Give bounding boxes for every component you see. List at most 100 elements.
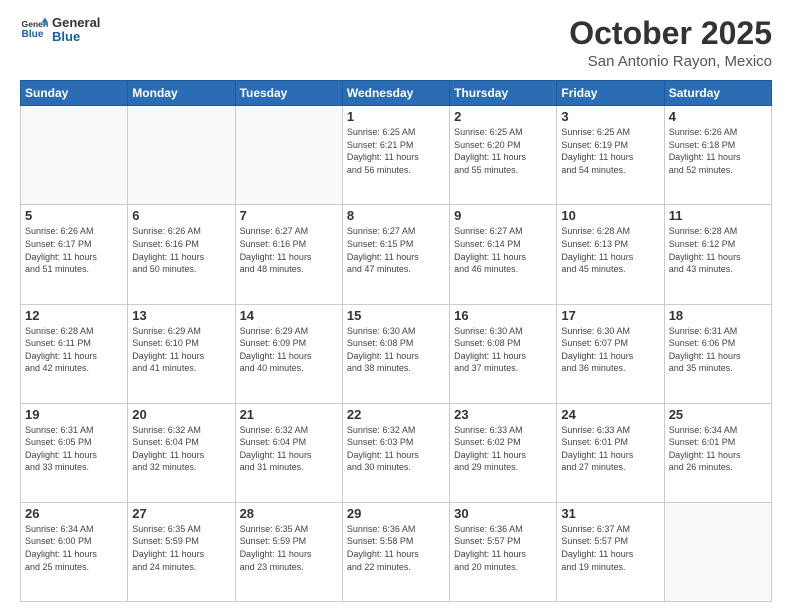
calendar-cell: 24 Sunrise: 6:33 AM Sunset: 6:01 PM Dayli… — [557, 403, 664, 502]
day-number: 17 — [561, 308, 659, 323]
calendar-cell — [664, 502, 771, 601]
day-info: Sunrise: 6:27 AM Sunset: 6:15 PM Dayligh… — [347, 225, 445, 275]
day-header-wednesday: Wednesday — [342, 81, 449, 106]
calendar-cell: 19 Sunrise: 6:31 AM Sunset: 6:05 PM Dayli… — [21, 403, 128, 502]
day-number: 19 — [25, 407, 123, 422]
day-info: Sunrise: 6:32 AM Sunset: 6:03 PM Dayligh… — [347, 424, 445, 474]
calendar-cell: 5 Sunrise: 6:26 AM Sunset: 6:17 PM Daylig… — [21, 205, 128, 304]
day-info: Sunrise: 6:35 AM Sunset: 5:59 PM Dayligh… — [240, 523, 338, 573]
day-number: 30 — [454, 506, 552, 521]
day-info: Sunrise: 6:34 AM Sunset: 6:01 PM Dayligh… — [669, 424, 767, 474]
day-info: Sunrise: 6:26 AM Sunset: 6:17 PM Dayligh… — [25, 225, 123, 275]
day-info: Sunrise: 6:35 AM Sunset: 5:59 PM Dayligh… — [132, 523, 230, 573]
month-title: October 2025 — [569, 16, 772, 51]
day-info: Sunrise: 6:30 AM Sunset: 6:08 PM Dayligh… — [347, 325, 445, 375]
calendar-cell: 27Sunrise: 6:35 AM Sunset: 5:59 PM Dayli… — [128, 502, 235, 601]
day-header-tuesday: Tuesday — [235, 81, 342, 106]
day-number: 24 — [561, 407, 659, 422]
day-number: 4 — [669, 109, 767, 124]
day-number: 1 — [347, 109, 445, 124]
logo-general: General — [52, 16, 100, 30]
calendar-cell: 7Sunrise: 6:27 AM Sunset: 6:16 PM Daylig… — [235, 205, 342, 304]
calendar-cell: 12Sunrise: 6:28 AM Sunset: 6:11 PM Dayli… — [21, 304, 128, 403]
day-number: 2 — [454, 109, 552, 124]
week-row-4: 26 Sunrise: 6:34 AM Sunset: 6:00 PM Dayli… — [21, 502, 772, 601]
day-number: 20 — [132, 407, 230, 422]
calendar-cell: 3Sunrise: 6:25 AM Sunset: 6:19 PM Daylig… — [557, 106, 664, 205]
day-info: Sunrise: 6:32 AM Sunset: 6:04 PM Dayligh… — [132, 424, 230, 474]
day-number: 14 — [240, 308, 338, 323]
day-number: 26 — [25, 506, 123, 521]
calendar-cell: 17Sunrise: 6:30 AM Sunset: 6:07 PM Dayli… — [557, 304, 664, 403]
day-info: Sunrise: 6:26 AM Sunset: 6:16 PM Dayligh… — [132, 225, 230, 275]
page: General Blue General Blue October 2025 S… — [0, 0, 792, 612]
day-info: Sunrise: 6:28 AM Sunset: 6:12 PM Dayligh… — [669, 225, 767, 275]
day-info: Sunrise: 6:28 AM Sunset: 6:13 PM Dayligh… — [561, 225, 659, 275]
day-number: 28 — [240, 506, 338, 521]
calendar-cell: 29 Sunrise: 6:36 AM Sunset: 5:58 PM Dayli… — [342, 502, 449, 601]
calendar-cell: 4 Sunrise: 6:26 AM Sunset: 6:18 PM Daylig… — [664, 106, 771, 205]
calendar-cell: 10 Sunrise: 6:28 AM Sunset: 6:13 PM Dayli… — [557, 205, 664, 304]
calendar-cell: 23 Sunrise: 6:33 AM Sunset: 6:02 PM Dayli… — [450, 403, 557, 502]
day-number: 13 — [132, 308, 230, 323]
calendar-cell: 6 Sunrise: 6:26 AM Sunset: 6:16 PM Daylig… — [128, 205, 235, 304]
week-row-2: 12Sunrise: 6:28 AM Sunset: 6:11 PM Dayli… — [21, 304, 772, 403]
day-info: Sunrise: 6:25 AM Sunset: 6:19 PM Dayligh… — [561, 126, 659, 176]
svg-text:Blue: Blue — [22, 29, 44, 40]
calendar-cell: 13 Sunrise: 6:29 AM Sunset: 6:10 PM Dayli… — [128, 304, 235, 403]
calendar-cell: 1 Sunrise: 6:25 AM Sunset: 6:21 PM Daylig… — [342, 106, 449, 205]
day-info: Sunrise: 6:29 AM Sunset: 6:10 PM Dayligh… — [132, 325, 230, 375]
day-number: 11 — [669, 208, 767, 223]
day-info: Sunrise: 6:31 AM Sunset: 6:06 PM Dayligh… — [669, 325, 767, 375]
calendar-cell: 21Sunrise: 6:32 AM Sunset: 6:04 PM Dayli… — [235, 403, 342, 502]
calendar-cell: 30 Sunrise: 6:36 AM Sunset: 5:57 PM Dayli… — [450, 502, 557, 601]
day-info: Sunrise: 6:31 AM Sunset: 6:05 PM Dayligh… — [25, 424, 123, 474]
calendar-cell: 11 Sunrise: 6:28 AM Sunset: 6:12 PM Dayli… — [664, 205, 771, 304]
day-number: 18 — [669, 308, 767, 323]
day-info: Sunrise: 6:25 AM Sunset: 6:20 PM Dayligh… — [454, 126, 552, 176]
calendar-cell: 25 Sunrise: 6:34 AM Sunset: 6:01 PM Dayli… — [664, 403, 771, 502]
day-header-saturday: Saturday — [664, 81, 771, 106]
days-header-row: SundayMondayTuesdayWednesdayThursdayFrid… — [21, 81, 772, 106]
day-info: Sunrise: 6:37 AM Sunset: 5:57 PM Dayligh… — [561, 523, 659, 573]
day-header-thursday: Thursday — [450, 81, 557, 106]
day-number: 31 — [561, 506, 659, 521]
calendar-cell: 15Sunrise: 6:30 AM Sunset: 6:08 PM Dayli… — [342, 304, 449, 403]
calendar-cell: 8Sunrise: 6:27 AM Sunset: 6:15 PM Daylig… — [342, 205, 449, 304]
calendar-cell — [128, 106, 235, 205]
logo-blue: Blue — [52, 30, 100, 44]
day-info: Sunrise: 6:33 AM Sunset: 6:01 PM Dayligh… — [561, 424, 659, 474]
day-info: Sunrise: 6:27 AM Sunset: 6:16 PM Dayligh… — [240, 225, 338, 275]
day-info: Sunrise: 6:32 AM Sunset: 6:04 PM Dayligh… — [240, 424, 338, 474]
calendar-cell: 9Sunrise: 6:27 AM Sunset: 6:14 PM Daylig… — [450, 205, 557, 304]
calendar-cell — [235, 106, 342, 205]
day-info: Sunrise: 6:34 AM Sunset: 6:00 PM Dayligh… — [25, 523, 123, 573]
logo: General Blue General Blue — [20, 16, 100, 45]
day-info: Sunrise: 6:36 AM Sunset: 5:57 PM Dayligh… — [454, 523, 552, 573]
calendar-cell: 20 Sunrise: 6:32 AM Sunset: 6:04 PM Dayli… — [128, 403, 235, 502]
day-number: 9 — [454, 208, 552, 223]
day-info: Sunrise: 6:25 AM Sunset: 6:21 PM Dayligh… — [347, 126, 445, 176]
day-info: Sunrise: 6:36 AM Sunset: 5:58 PM Dayligh… — [347, 523, 445, 573]
day-number: 6 — [132, 208, 230, 223]
day-number: 29 — [347, 506, 445, 521]
week-row-1: 5 Sunrise: 6:26 AM Sunset: 6:17 PM Daylig… — [21, 205, 772, 304]
calendar-cell: 2 Sunrise: 6:25 AM Sunset: 6:20 PM Daylig… — [450, 106, 557, 205]
day-number: 5 — [25, 208, 123, 223]
day-number: 10 — [561, 208, 659, 223]
logo-icon: General Blue — [20, 16, 48, 44]
day-number: 23 — [454, 407, 552, 422]
day-info: Sunrise: 6:33 AM Sunset: 6:02 PM Dayligh… — [454, 424, 552, 474]
calendar-cell: 22 Sunrise: 6:32 AM Sunset: 6:03 PM Dayli… — [342, 403, 449, 502]
calendar-cell: 31 Sunrise: 6:37 AM Sunset: 5:57 PM Dayli… — [557, 502, 664, 601]
calendar-table: SundayMondayTuesdayWednesdayThursdayFrid… — [20, 80, 772, 602]
day-info: Sunrise: 6:28 AM Sunset: 6:11 PM Dayligh… — [25, 325, 123, 375]
day-info: Sunrise: 6:26 AM Sunset: 6:18 PM Dayligh… — [669, 126, 767, 176]
day-number: 22 — [347, 407, 445, 422]
day-number: 25 — [669, 407, 767, 422]
header: General Blue General Blue October 2025 S… — [20, 16, 772, 70]
day-info: Sunrise: 6:29 AM Sunset: 6:09 PM Dayligh… — [240, 325, 338, 375]
day-info: Sunrise: 6:30 AM Sunset: 6:08 PM Dayligh… — [454, 325, 552, 375]
calendar-cell: 16 Sunrise: 6:30 AM Sunset: 6:08 PM Dayli… — [450, 304, 557, 403]
day-number: 16 — [454, 308, 552, 323]
